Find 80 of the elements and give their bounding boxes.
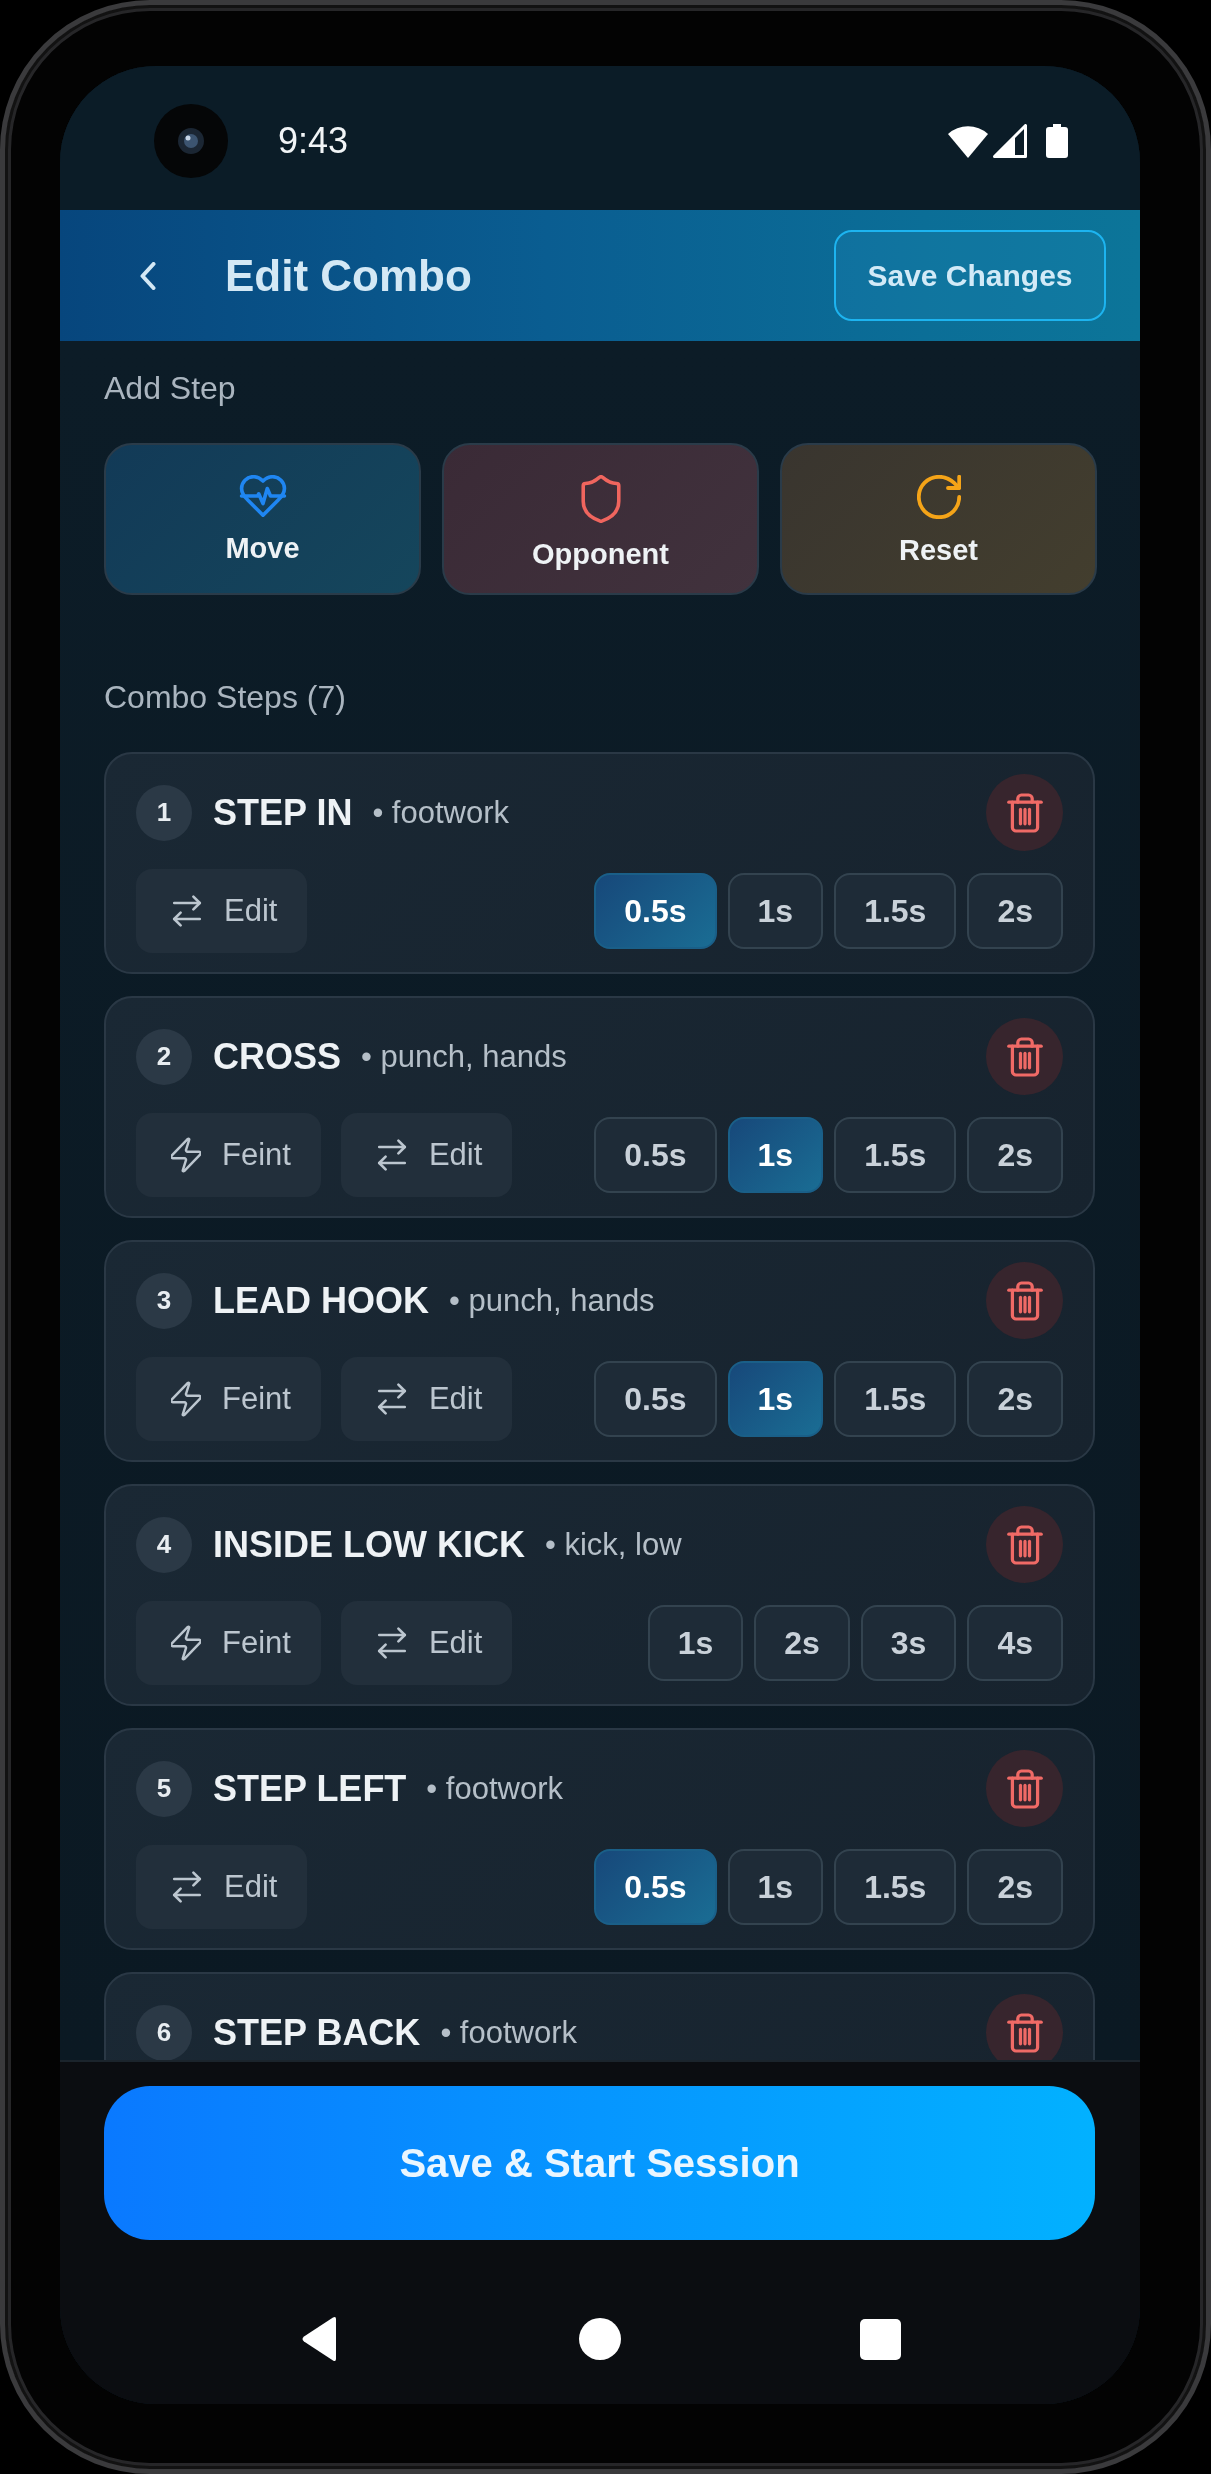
step-tags: • punch, hands bbox=[449, 1281, 655, 1320]
duration-option[interactable]: 2s bbox=[754, 1605, 850, 1681]
add-step-button[interactable]: Move bbox=[104, 443, 421, 595]
delete-button[interactable] bbox=[986, 1994, 1063, 2060]
duration-option[interactable]: 3s bbox=[860, 1605, 957, 1681]
step-tags: • footwork bbox=[372, 793, 509, 832]
status-time: 9:43 bbox=[278, 120, 349, 162]
swap-arrows-icon bbox=[171, 895, 203, 927]
duration-option[interactable]: 0.5s bbox=[594, 1117, 717, 1193]
add-step-button[interactable]: Opponent bbox=[442, 443, 759, 595]
trash-icon bbox=[1006, 1279, 1043, 1322]
step-name: CROSS bbox=[213, 1035, 342, 1078]
duration-option[interactable]: 2s bbox=[967, 1361, 1063, 1437]
nav-home-icon[interactable] bbox=[579, 2318, 621, 2360]
section-label: Combo Steps (7) bbox=[104, 679, 347, 715]
step-name: STEP LEFT bbox=[213, 1767, 407, 1810]
section-label: Add Step bbox=[104, 370, 237, 406]
step-name: STEP IN bbox=[213, 791, 353, 834]
duration-option[interactable]: 4s bbox=[967, 1605, 1063, 1681]
duration-option[interactable]: 1.5s bbox=[834, 1117, 957, 1193]
duration-option[interactable]: 0.5s bbox=[594, 1849, 717, 1925]
camera-icon bbox=[154, 104, 228, 178]
swap-arrows-icon bbox=[375, 1139, 408, 1171]
duration-option[interactable]: 1s bbox=[727, 1849, 824, 1925]
rotate-arrow-icon bbox=[916, 475, 961, 519]
step-tags: • footwork bbox=[440, 2013, 577, 2052]
feint-button[interactable]: Feint bbox=[136, 1601, 321, 1685]
step-name: INSIDE LOW KICK bbox=[213, 1523, 525, 1566]
duration-option[interactable]: 1s bbox=[727, 873, 824, 949]
duration-option[interactable]: 1.5s bbox=[834, 1361, 957, 1437]
duration-option[interactable]: 1.5s bbox=[834, 873, 957, 949]
step-tags: • footwork bbox=[426, 1769, 563, 1808]
feint-button[interactable]: Feint bbox=[136, 1113, 321, 1197]
add-step-button[interactable]: Reset bbox=[780, 443, 1097, 595]
signal-icon bbox=[993, 124, 1027, 158]
edit-button[interactable]: Edit bbox=[136, 1845, 308, 1929]
swap-arrows-icon bbox=[375, 1383, 408, 1415]
trash-icon bbox=[1006, 1035, 1043, 1078]
heart-pulse-icon bbox=[238, 475, 287, 517]
duration-option[interactable]: 2s bbox=[967, 1117, 1063, 1193]
trash-icon bbox=[1006, 2011, 1043, 2054]
duration-option[interactable]: 2s bbox=[967, 1849, 1063, 1925]
edit-button[interactable]: Edit bbox=[340, 1357, 513, 1441]
lightning-icon bbox=[171, 1625, 201, 1661]
nav-recents-icon[interactable] bbox=[859, 2318, 901, 2360]
duration-option[interactable]: 2s bbox=[967, 873, 1063, 949]
swap-arrows-icon bbox=[171, 1871, 203, 1903]
step-tags: • kick, low bbox=[545, 1525, 682, 1564]
lightning-icon bbox=[171, 1381, 201, 1417]
edit-button[interactable]: Edit bbox=[340, 1601, 513, 1685]
edit-button[interactable]: Edit bbox=[136, 869, 308, 953]
duration-option[interactable]: 1.5s bbox=[834, 1849, 957, 1925]
shield-icon bbox=[580, 475, 621, 523]
feint-button[interactable]: Feint bbox=[136, 1357, 321, 1441]
lightning-icon bbox=[171, 1137, 201, 1173]
wifi-icon bbox=[948, 124, 988, 158]
step-number: 6 bbox=[136, 2004, 192, 2060]
step-number: 4 bbox=[136, 1516, 192, 1573]
step-number: 1 bbox=[136, 784, 192, 841]
swap-arrows-icon bbox=[375, 1627, 408, 1659]
duration-option[interactable]: 0.5s bbox=[594, 1361, 717, 1437]
save-changes-button[interactable]: Save Changes bbox=[834, 230, 1106, 321]
duration-option[interactable]: 1s bbox=[727, 1117, 824, 1193]
step-tags: • punch, hands bbox=[361, 1037, 567, 1076]
trash-icon bbox=[1006, 791, 1043, 834]
edit-button[interactable]: Edit bbox=[340, 1113, 513, 1197]
battery-icon bbox=[1046, 124, 1068, 158]
trash-icon bbox=[1006, 1767, 1043, 1810]
back-icon[interactable] bbox=[140, 261, 156, 290]
step-number: 5 bbox=[136, 1760, 192, 1817]
duration-option[interactable]: 1s bbox=[647, 1605, 744, 1681]
step-number: 2 bbox=[136, 1028, 192, 1085]
step-name: LEAD HOOK bbox=[213, 1279, 429, 1322]
duration-option[interactable]: 0.5s bbox=[594, 873, 717, 949]
nav-back-icon[interactable] bbox=[301, 2316, 339, 2362]
step-number: 3 bbox=[136, 1272, 192, 1329]
duration-option[interactable]: 1s bbox=[727, 1361, 824, 1437]
step-name: STEP BACK bbox=[213, 2011, 421, 2054]
trash-icon bbox=[1006, 1523, 1043, 1566]
screen-title: Edit Combo bbox=[225, 249, 472, 302]
